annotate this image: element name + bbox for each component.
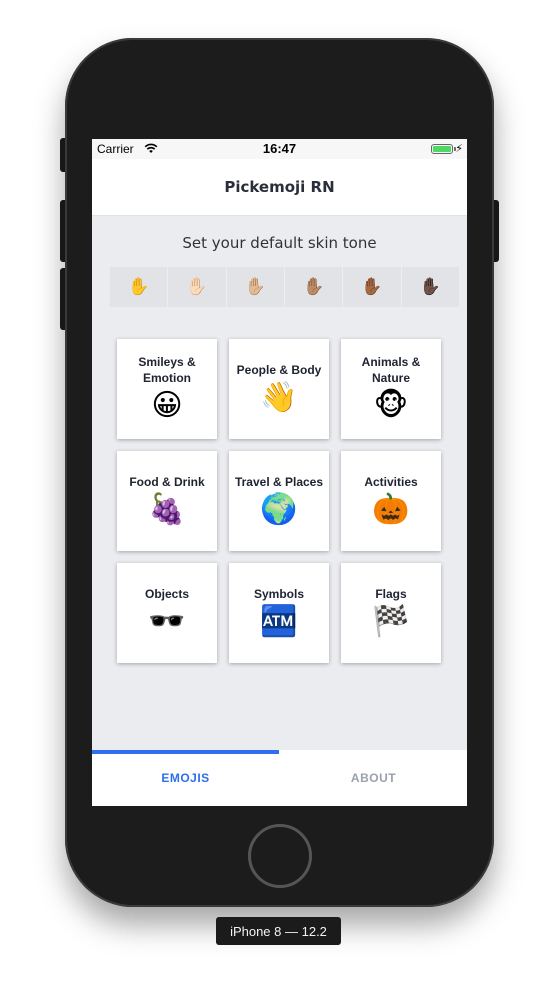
category-label: Travel & Places — [234, 475, 324, 489]
bottom-tab-bar: EMOJIS ABOUT — [92, 750, 467, 806]
skin-tone-prompt: Set your default skin tone — [182, 234, 377, 252]
monkey-face-icon: 🐵 — [373, 388, 409, 423]
battery-icon — [431, 144, 453, 154]
home-button[interactable] — [248, 824, 312, 888]
category-label: Activities — [364, 475, 418, 489]
charging-icon: ⚡︎ — [455, 142, 463, 155]
waving-hand-icon: 👋 — [260, 380, 298, 415]
category-label: Flags — [375, 587, 407, 601]
category-food-drink[interactable]: Food & Drink 🍇 — [117, 451, 217, 551]
category-people-body[interactable]: People & Body 👋 — [229, 339, 329, 439]
category-symbols[interactable]: Symbols 🏧 — [229, 563, 329, 663]
skin-tone-dark[interactable]: ✋🏿 — [401, 267, 459, 307]
category-label: Food & Drink — [129, 475, 205, 489]
skin-tone-selector: ✋ ✋🏻 ✋🏼 ✋🏽 ✋🏾 ✋🏿 — [110, 267, 459, 307]
status-bar: Carrier 16:47 ⚡︎ — [92, 139, 467, 159]
grapes-icon: 🍇 — [148, 492, 186, 527]
app-screen: Carrier 16:47 ⚡︎ Pickemoji RN Set your d… — [92, 139, 467, 806]
tab-emojis[interactable]: EMOJIS — [92, 750, 279, 806]
sunglasses-icon: 🕶️ — [148, 604, 186, 639]
page-title: Pickemoji RN — [224, 178, 335, 196]
skin-tone-default[interactable]: ✋ — [110, 267, 169, 307]
atm-sign-icon: 🏧 — [260, 604, 298, 639]
nav-header: Pickemoji RN — [92, 159, 467, 216]
skin-tone-medium-dark[interactable]: ✋🏾 — [343, 267, 402, 307]
category-smileys-emotion[interactable]: Smileys & Emotion 😀 — [117, 339, 217, 439]
globe-icon: 🌍 — [260, 492, 298, 527]
category-label: Animals & Nature — [361, 355, 421, 385]
tab-about[interactable]: ABOUT — [280, 750, 467, 806]
category-flags[interactable]: Flags 🏁 — [341, 563, 441, 663]
category-animals-nature[interactable]: Animals & Nature 🐵 — [341, 339, 441, 439]
chequered-flag-icon: 🏁 — [372, 604, 410, 639]
device-label: iPhone 8 — 12.2 — [216, 917, 341, 945]
category-objects[interactable]: Objects 🕶️ — [117, 563, 217, 663]
jack-o-lantern-icon: 🎃 — [372, 492, 410, 527]
skin-tone-medium-light[interactable]: ✋🏼 — [226, 267, 285, 307]
category-activities[interactable]: Activities 🎃 — [341, 451, 441, 551]
skin-tone-medium[interactable]: ✋🏽 — [284, 267, 344, 307]
clock: 16:47 — [262, 141, 297, 156]
category-label: Smileys & Emotion — [138, 355, 196, 385]
skin-tone-light[interactable]: ✋🏻 — [168, 267, 227, 307]
category-label: Symbols — [253, 587, 304, 601]
category-label: People & Body — [236, 363, 322, 377]
category-travel-places[interactable]: Travel & Places 🌍 — [229, 451, 329, 551]
grinning-face-icon: 😀 — [151, 388, 183, 423]
category-label: Objects — [144, 587, 189, 601]
